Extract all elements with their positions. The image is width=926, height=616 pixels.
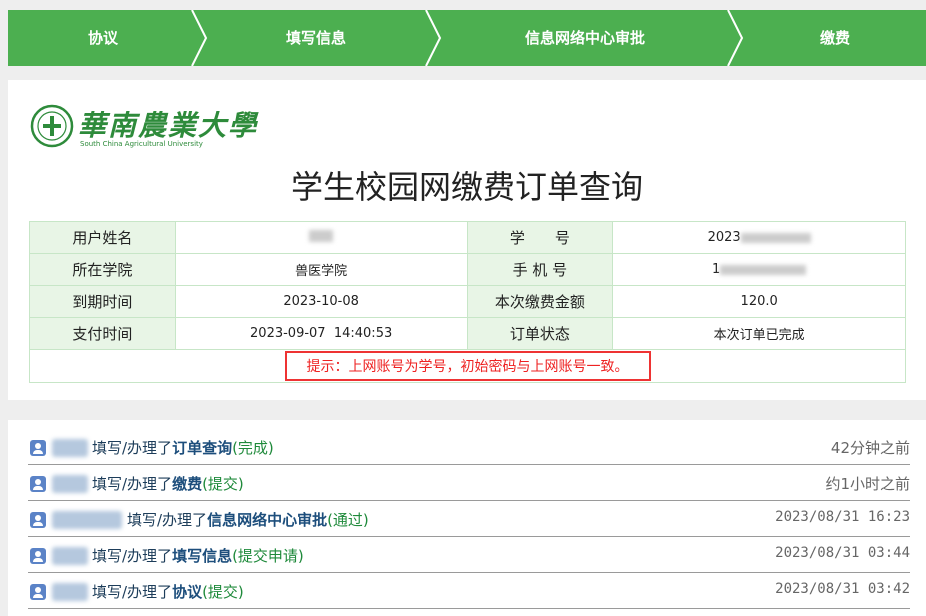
step-payment[interactable]: 缴费 bbox=[744, 10, 926, 66]
name-label: 用户姓名 bbox=[29, 221, 176, 254]
activity-time: 2023/08/31 16:23 bbox=[775, 509, 910, 525]
amount-label: 本次缴费金额 bbox=[466, 285, 614, 318]
expire-value: 2023-10-08 bbox=[174, 285, 468, 318]
college-value: 兽医学院 bbox=[174, 253, 468, 286]
user-icon bbox=[30, 476, 46, 492]
pay-time-label: 支付时间 bbox=[29, 317, 176, 350]
activity-item: 填写/办理了协议(提交) 2023/08/31 03:42 bbox=[28, 573, 910, 609]
step-fill-info[interactable]: 填写信息 bbox=[206, 10, 426, 66]
amount-value: 120.0 bbox=[612, 285, 906, 318]
page-title: 学生校园网缴费订单查询 bbox=[290, 168, 643, 206]
activity-text: 填写/办理了订单查询(完成) bbox=[92, 439, 274, 457]
step-agreement[interactable]: 协议 bbox=[8, 10, 198, 66]
phone-label: 手 机 号 bbox=[466, 253, 614, 286]
activity-action-link[interactable]: 协议 bbox=[172, 583, 202, 601]
order-status-value: 本次订单已完成 bbox=[612, 317, 906, 350]
logo-english-name: South China Agricultural University bbox=[80, 140, 203, 148]
expire-label: 到期时间 bbox=[29, 285, 176, 318]
step-separator-icon bbox=[727, 10, 744, 66]
phone-value: 1 bbox=[612, 253, 906, 286]
account-tip: 提示：上网账号为学号，初始密码与上网账号一致。 bbox=[284, 351, 651, 381]
user-name bbox=[52, 475, 88, 493]
user-icon bbox=[30, 548, 46, 564]
step-bar: 协议 填写信息 信息网络中心审批 缴费 bbox=[8, 10, 926, 66]
order-status-label: 订单状态 bbox=[466, 317, 614, 350]
activity-text: 填写/办理了缴费(提交) bbox=[92, 475, 244, 493]
activity-item: 填写/办理了信息网络中心审批(通过) 2023/08/31 16:23 bbox=[28, 501, 910, 537]
activity-card: 填写/办理了订单查询(完成) 42分钟之前 填写/办理了缴费(提交) 约1小时之… bbox=[8, 420, 926, 616]
university-logo: 華南農業大學 South China Agricultural Universi… bbox=[30, 102, 256, 152]
user-name bbox=[52, 583, 88, 601]
order-info-table: 用户姓名 学 号 2023 所在学院 兽医学院 手 机 号 1 到期时间 202… bbox=[29, 221, 906, 383]
activity-time: 约1小时之前 bbox=[825, 475, 910, 493]
user-name bbox=[52, 547, 88, 565]
logo-chinese-name: 華南農業大學 bbox=[78, 109, 259, 142]
student-id-value: 2023 bbox=[612, 221, 906, 254]
user-icon bbox=[30, 440, 46, 456]
pay-time-value: 2023-09-07 14:40:53 bbox=[174, 317, 468, 350]
activity-item: 填写/办理了缴费(提交) 约1小时之前 bbox=[28, 465, 910, 501]
activity-action-link[interactable]: 缴费 bbox=[172, 475, 202, 493]
user-name bbox=[52, 439, 88, 457]
activity-text: 填写/办理了协议(提交) bbox=[92, 583, 244, 601]
activity-text: 填写/办理了填写信息(提交申请) bbox=[92, 547, 304, 565]
name-value bbox=[174, 221, 468, 254]
user-icon bbox=[30, 512, 46, 528]
college-label: 所在学院 bbox=[29, 253, 176, 286]
activity-item: 填写/办理了填写信息(提交申请) 2023/08/31 03:44 bbox=[28, 537, 910, 573]
activity-text: 填写/办理了信息网络中心审批(通过) bbox=[127, 511, 369, 529]
tip-row: 提示：上网账号为学号，初始密码与上网账号一致。 bbox=[29, 349, 906, 383]
activity-time: 42分钟之前 bbox=[830, 439, 910, 457]
activity-item: 填写/办理了订单查询(完成) 42分钟之前 bbox=[28, 429, 910, 465]
activity-action-link[interactable]: 填写信息 bbox=[172, 547, 232, 565]
activity-action-link[interactable]: 订单查询 bbox=[172, 439, 232, 457]
activity-action-link[interactable]: 信息网络中心审批 bbox=[207, 511, 327, 529]
activity-time: 2023/08/31 03:44 bbox=[775, 545, 910, 561]
university-emblem-icon bbox=[30, 104, 74, 148]
activity-time: 2023/08/31 03:42 bbox=[775, 581, 910, 597]
user-name bbox=[52, 511, 122, 529]
student-id-label: 学 号 bbox=[466, 221, 614, 254]
step-network-approval[interactable]: 信息网络中心审批 bbox=[440, 10, 730, 66]
user-icon bbox=[30, 584, 46, 600]
order-card: 華南農業大學 South China Agricultural Universi… bbox=[8, 80, 926, 400]
